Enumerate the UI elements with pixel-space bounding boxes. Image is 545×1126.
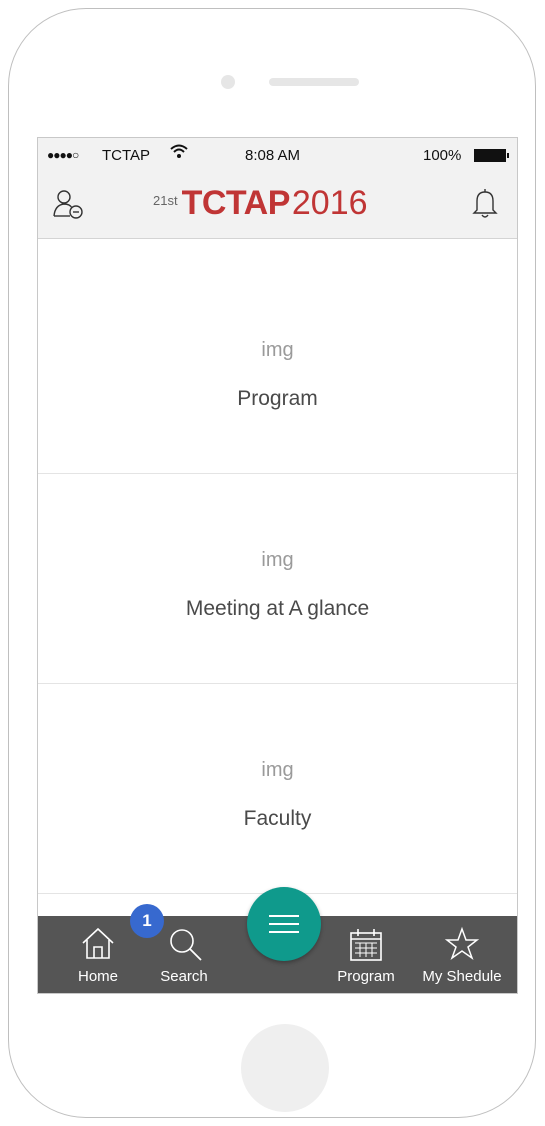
- menu-fab-button[interactable]: [247, 887, 321, 961]
- carrier-name: TCTAP: [102, 147, 151, 164]
- tctap-logo: 21st TCTAP 2016: [153, 184, 368, 228]
- speaker: [269, 78, 359, 86]
- menu-item-program[interactable]: img Program: [38, 263, 517, 474]
- battery-percent: 100%: [423, 147, 462, 164]
- menu-item-meeting-at-a-glance[interactable]: img Meeting at A glance: [38, 473, 517, 684]
- nav-header: 21st TCTAP 2016: [38, 174, 517, 239]
- menu-icon: [269, 931, 299, 933]
- calendar-icon: [350, 929, 382, 961]
- home-icon: [82, 927, 114, 959]
- tab-home[interactable]: Home: [58, 916, 138, 993]
- logo-brand: TCTAP: [181, 184, 291, 222]
- user-icon[interactable]: [52, 188, 84, 220]
- star-icon: [444, 926, 480, 960]
- status-bar: ●●●●○ TCTAP 8:08 AM 100%: [38, 138, 517, 174]
- wifi-icon: [170, 143, 188, 164]
- logo-year: 2016: [291, 184, 368, 222]
- search-icon: [170, 929, 202, 961]
- app-screen: ●●●●○ TCTAP 8:08 AM 100% 21st TCTAP 2016…: [37, 137, 518, 994]
- menu-item-faculty[interactable]: img Faculty: [38, 683, 517, 894]
- menu-item-image: img: [261, 759, 294, 781]
- hardware-home-button[interactable]: [241, 1024, 329, 1112]
- bell-icon[interactable]: [471, 186, 499, 220]
- menu-item-image: img: [261, 549, 294, 571]
- signal-strength: ●●●●○: [47, 148, 79, 162]
- menu-item-image: img: [261, 339, 294, 361]
- menu-item-label: Faculty: [243, 807, 312, 830]
- battery-icon: [474, 149, 509, 162]
- tab-label: My Shedule: [422, 968, 502, 985]
- status-time: 8:08 AM: [245, 147, 301, 164]
- menu-icon: [269, 915, 299, 917]
- menu-item-label: Program: [237, 387, 318, 410]
- camera: [221, 75, 235, 89]
- tab-label: Program: [337, 968, 395, 985]
- notification-badge: 1: [130, 904, 164, 938]
- menu-item-label: Meeting at A glance: [185, 597, 370, 620]
- logo-edition: 21st: [153, 193, 178, 208]
- tab-program[interactable]: Program: [326, 916, 406, 993]
- tab-label: Search: [160, 968, 208, 985]
- tab-label: Home: [77, 968, 118, 985]
- menu-icon: [269, 923, 299, 925]
- tab-my-shedule[interactable]: My Shedule: [412, 916, 512, 993]
